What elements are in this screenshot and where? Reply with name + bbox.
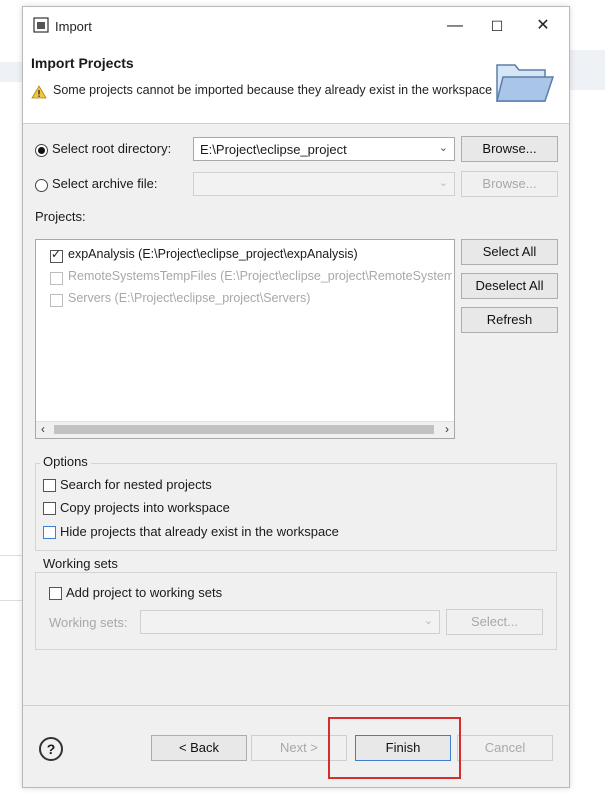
project-label: expAnalysis (E:\Project\eclipse_project\… [68,247,358,261]
working-sets-combo[interactable]: ⌄ [140,610,440,634]
select-all-button[interactable]: Select All [461,239,558,265]
working-sets-label: Working sets: [49,615,128,630]
minimize-button[interactable]: — [443,15,467,37]
back-button[interactable]: < Back [151,735,247,761]
chevron-down-icon: ⌄ [438,142,448,154]
root-directory-value: E:\Project\eclipse_project [200,142,347,157]
archive-file-label: Select archive file: [52,176,158,191]
options-title: Options [40,454,91,469]
project-checkbox [50,272,63,285]
project-checkbox [50,294,63,307]
background-fragment [568,50,605,90]
list-item[interactable]: expAnalysis (E:\Project\eclipse_project\… [50,246,450,266]
nested-projects-checkbox[interactable] [43,479,56,492]
close-button[interactable]: ✕ [531,15,555,37]
nested-projects-label: Search for nested projects [60,477,212,492]
cancel-button[interactable]: Cancel [457,735,553,761]
project-checkbox[interactable] [50,247,63,263]
chevron-down-icon: ⌄ [438,177,448,189]
warning-icon [31,85,47,99]
scroll-right-icon[interactable]: › [445,422,449,436]
add-working-sets-checkbox[interactable] [49,587,62,600]
background-fragment [0,62,22,82]
background-divider [0,555,22,556]
dialog-header: Import Projects Some projects cannot be … [23,45,569,124]
chevron-down-icon: ⌄ [423,615,433,627]
list-item: Servers (E:\Project\eclipse_project\Serv… [50,290,450,310]
copy-projects-label: Copy projects into workspace [60,500,230,515]
finish-highlight-box [328,717,461,779]
maximize-button[interactable]: ☐ [485,15,509,37]
projects-list[interactable]: expAnalysis (E:\Project\eclipse_project\… [35,239,455,439]
working-sets-select-button[interactable]: Select... [446,609,543,635]
project-label: Servers (E:\Project\eclipse_project\Serv… [68,291,311,305]
page-title: Import Projects [31,55,134,71]
refresh-button[interactable]: Refresh [461,307,558,333]
hide-existing-checkbox[interactable] [43,526,56,539]
browse-root-button[interactable]: Browse... [461,136,558,162]
copy-projects-checkbox[interactable] [43,502,56,515]
root-directory-combo[interactable]: E:\Project\eclipse_project ⌄ [193,137,455,161]
project-label: RemoteSystemsTempFiles (E:\Project\eclip… [68,269,452,283]
list-item: RemoteSystemsTempFiles (E:\Project\eclip… [50,268,452,288]
eclipse-window-icon [33,17,49,33]
add-working-sets-label: Add project to working sets [66,585,223,600]
projects-label: Projects: [35,209,86,224]
open-folder-icon [496,64,555,102]
scrollbar-thumb[interactable] [54,425,434,434]
background-divider [0,600,22,601]
title-bar: Import — ☐ ✕ [23,7,569,45]
help-icon[interactable]: ? [39,737,63,761]
scroll-left-icon[interactable]: ‹ [41,422,45,436]
hide-existing-label: Hide projects that already exist in the … [60,524,339,539]
footer-divider [23,705,569,706]
archive-file-combo[interactable]: ⌄ [193,172,455,196]
window-title: Import [55,19,92,34]
root-directory-label: Select root directory: [52,141,172,156]
archive-file-radio[interactable] [35,179,48,192]
import-dialog: Import — ☐ ✕ Import Projects Some projec… [22,6,570,788]
warning-message: Some projects cannot be imported because… [53,83,493,97]
root-directory-radio[interactable] [35,144,48,157]
browse-archive-button[interactable]: Browse... [461,171,558,197]
deselect-all-button[interactable]: Deselect All [461,273,558,299]
horizontal-scrollbar[interactable]: ‹ › [36,421,454,438]
working-sets-title: Working sets [40,556,121,571]
